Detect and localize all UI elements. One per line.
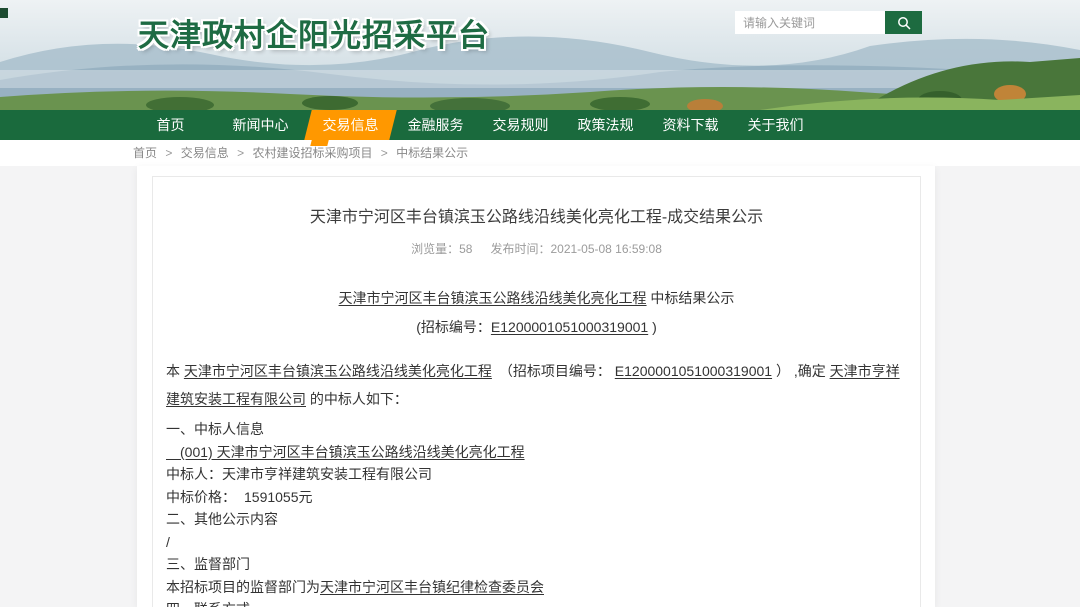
breadcrumb-home[interactable]: 首页 xyxy=(133,146,157,160)
intro-text: 的中标人如下： xyxy=(306,391,408,407)
nav-item-news[interactable]: 新闻中心 xyxy=(213,110,308,140)
lot-name: (001) 天津市宁河区丰台镇滨玉公路线沿线美化亮化工程 xyxy=(166,444,525,460)
nav-item-rules[interactable]: 交易规则 xyxy=(478,110,563,140)
nav-item-downloads[interactable]: 资料下载 xyxy=(648,110,733,140)
article-box: 天津市宁河区丰台镇滨玉公路线沿线美化亮化工程-成交结果公示 浏览量：58 发布时间… xyxy=(152,176,921,607)
intro-text: ） ,确定 xyxy=(772,363,830,379)
breadcrumb-rural-projects[interactable]: 农村建设招标采购项目 xyxy=(252,146,372,160)
banner-corner-artifact xyxy=(0,8,8,18)
publish-time: 2021-05-08 16:59:08 xyxy=(550,242,661,256)
doc-title: 天津市宁河区丰台镇滨玉公路线沿线美化亮化工程 中标结果公示 xyxy=(166,288,907,308)
doc-title-project: 天津市宁河区丰台镇滨玉公路线沿线美化亮化工程 xyxy=(339,290,647,306)
nav-item-trade-info[interactable]: 交易信息 xyxy=(308,110,393,140)
section-2-heading: 二、其他公示内容 xyxy=(166,508,907,531)
nav-item-policy[interactable]: 政策法规 xyxy=(563,110,648,140)
intro-project: 天津市宁河区丰台镇滨玉公路线沿线美化亮化工程 xyxy=(184,363,492,379)
search-icon xyxy=(897,16,911,30)
breadcrumb-current: 中标结果公示 xyxy=(396,146,468,160)
views-label: 浏览量： xyxy=(411,242,459,256)
bid-number: E1200001051000319001 xyxy=(491,319,648,335)
other-content: / xyxy=(166,531,907,554)
supervisor-pre: 本招标项目的监督部门为 xyxy=(166,579,320,595)
winner-line: 中标人：天津市亨祥建筑安装工程有限公司 xyxy=(166,463,907,486)
search-button[interactable] xyxy=(885,11,922,34)
nav-item-home[interactable]: 首页 xyxy=(128,110,213,140)
section-4-heading: 四、联系方式 xyxy=(166,598,907,607)
search-bar xyxy=(735,11,922,34)
breadcrumb-separator: > xyxy=(165,146,172,160)
article-title: 天津市宁河区丰台镇滨玉公路线沿线美化亮化工程-成交结果公示 xyxy=(166,203,907,227)
section-3-heading: 三、监督部门 xyxy=(166,553,907,576)
breadcrumb-separator: > xyxy=(381,146,388,160)
views-count: 58 xyxy=(459,242,472,256)
nav-item-finance[interactable]: 金融服务 xyxy=(393,110,478,140)
lot-line: (001) 天津市宁河区丰台镇滨玉公路线沿线美化亮化工程 xyxy=(166,441,907,464)
price-line: 中标价格： 1591055元 xyxy=(166,486,907,509)
search-input[interactable] xyxy=(735,11,885,34)
intro-bid-number: E1200001051000319001 xyxy=(615,363,772,379)
section-1-heading: 一、中标人信息 xyxy=(166,418,907,441)
main-nav: 首页 新闻中心 交易信息 金融服务 交易规则 政策法规 资料下载 关于我们 xyxy=(0,110,1080,140)
publish-label: 发布时间： xyxy=(490,242,550,256)
page: 天津政村企阳光招采平台 首页 新闻中心 交易信息 金融服务 交易规则 政策法规 … xyxy=(0,0,1080,607)
site-title: 天津政村企阳光招采平台 xyxy=(138,10,490,55)
content-container: 天津市宁河区丰台镇滨玉公路线沿线美化亮化工程-成交结果公示 浏览量：58 发布时间… xyxy=(137,166,935,607)
bid-number-open: (招标编号： xyxy=(416,319,491,335)
price-value: 1591055元 xyxy=(244,489,313,505)
breadcrumb-separator: > xyxy=(237,146,244,160)
winner-label: 中标人： xyxy=(166,466,222,482)
intro-text: （招标项目编号： xyxy=(492,363,615,379)
supervisor-name: 天津市宁河区丰台镇纪律检查委员会 xyxy=(320,579,544,595)
breadcrumb-trade-info[interactable]: 交易信息 xyxy=(181,146,229,160)
site-banner: 天津政村企阳光招采平台 xyxy=(0,0,1080,110)
supervisor-line: 本招标项目的监督部门为天津市宁河区丰台镇纪律检查委员会 xyxy=(166,576,907,599)
main-area: 天津市宁河区丰台镇滨玉公路线沿线美化亮化工程-成交结果公示 浏览量：58 发布时间… xyxy=(0,166,1080,607)
nav-item-about[interactable]: 关于我们 xyxy=(733,110,818,140)
price-label: 中标价格： xyxy=(166,489,236,505)
intro-paragraph: 本 天津市宁河区丰台镇滨玉公路线沿线美化亮化工程 （招标项目编号： E12000… xyxy=(166,357,907,413)
bid-number-close: ) xyxy=(648,319,657,335)
winner-name: 天津市亨祥建筑安装工程有限公司 xyxy=(222,466,432,482)
article-meta: 浏览量：58 发布时间：2021-05-08 16:59:08 xyxy=(166,240,907,257)
bid-number-line: (招标编号：E1200001051000319001 ) xyxy=(166,317,907,337)
doc-title-suffix: 中标结果公示 xyxy=(647,290,735,306)
breadcrumb: 首页 > 交易信息 > 农村建设招标采购项目 > 中标结果公示 xyxy=(0,140,1080,166)
intro-text: 本 xyxy=(166,363,184,379)
